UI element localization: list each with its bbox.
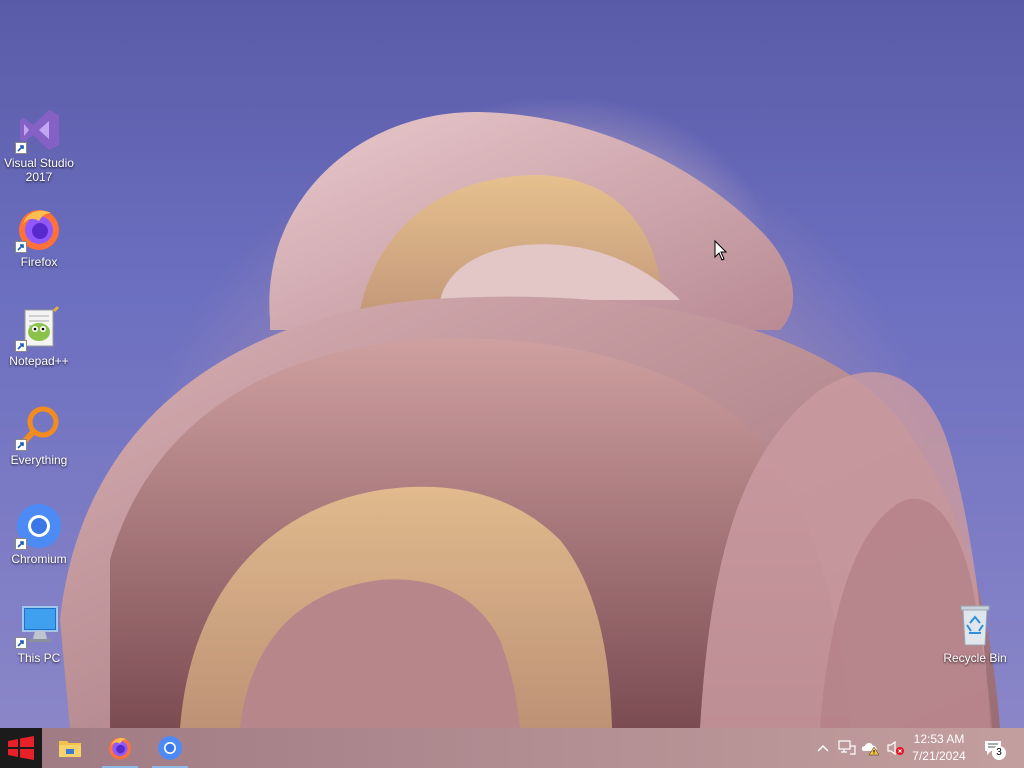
- desktop-icon-label: Recycle Bin: [943, 651, 1007, 665]
- desktop-icon-label: Notepad++: [9, 354, 69, 368]
- desktop-icon-label: Visual Studio 2017: [4, 156, 74, 184]
- mouse-pointer-icon: [714, 240, 728, 261]
- taskbar: 12:53 AM 7/21/2024 3: [0, 728, 1024, 768]
- shortcut-arrow-icon: [15, 538, 27, 550]
- shortcut-arrow-icon: [15, 142, 27, 154]
- start-button[interactable]: [0, 728, 42, 768]
- taskbar-chromium[interactable]: [146, 728, 194, 768]
- windows-logo-icon: [8, 736, 34, 760]
- recycle-bin-icon: [951, 601, 999, 649]
- desktop-icon-chromium[interactable]: Chromium: [1, 502, 77, 566]
- taskbar-firefox[interactable]: [96, 728, 144, 768]
- desktop-icon-visual-studio[interactable]: Visual Studio 2017: [1, 106, 77, 184]
- notepad-plus-plus-icon: [15, 304, 63, 352]
- network-tray-button[interactable]: [836, 728, 858, 768]
- this-pc-icon: [15, 601, 63, 649]
- desktop-background: Visual Studio 2017 Firefox Notepad++ Eve…: [0, 0, 1024, 728]
- clock-time: 12:53 AM: [913, 732, 965, 746]
- show-hidden-icons-button[interactable]: [812, 728, 834, 768]
- visual-studio-icon: [15, 106, 63, 154]
- notification-count-badge: 3: [992, 746, 1006, 760]
- onedrive-tray-button[interactable]: [860, 728, 882, 768]
- desktop-icon-label: Everything: [10, 453, 68, 467]
- shortcut-arrow-icon: [15, 340, 27, 352]
- shortcut-arrow-icon: [15, 439, 27, 451]
- desktop-icon-label: Chromium: [11, 552, 67, 566]
- action-center-button[interactable]: 3: [978, 728, 1008, 768]
- wallpaper-flower: [60, 111, 1000, 728]
- shortcut-arrow-icon: [15, 241, 27, 253]
- shortcut-arrow-icon: [15, 637, 27, 649]
- network-icon: [838, 740, 856, 755]
- desktop-icon-recycle-bin[interactable]: Recycle Bin: [937, 601, 1013, 665]
- desktop-icon-this-pc[interactable]: This PC: [1, 601, 77, 665]
- clock-date: 7/21/2024: [912, 749, 966, 763]
- onedrive-warning-icon: [861, 743, 880, 756]
- desktop-icon-label: This PC: [17, 651, 61, 665]
- desktop-icon-notepad-plus-plus[interactable]: Notepad++: [1, 304, 77, 368]
- volume-muted-icon: [887, 740, 904, 756]
- desktop-icon-everything[interactable]: Everything: [1, 403, 77, 467]
- chromium-icon: [15, 502, 63, 550]
- chevron-up-icon: [817, 744, 829, 752]
- file-explorer-icon: [59, 741, 81, 757]
- volume-tray-button[interactable]: [884, 728, 906, 768]
- everything-search-icon: [15, 403, 63, 451]
- taskbar-clock[interactable]: 12:53 AM 7/21/2024: [904, 728, 974, 768]
- firefox-icon: [109, 737, 131, 760]
- chromium-icon: [158, 736, 182, 760]
- desktop-icon-firefox[interactable]: Firefox: [1, 205, 77, 269]
- desktop-icon-label: Firefox: [20, 255, 58, 269]
- firefox-icon: [15, 205, 63, 253]
- taskbar-file-explorer[interactable]: [46, 728, 94, 768]
